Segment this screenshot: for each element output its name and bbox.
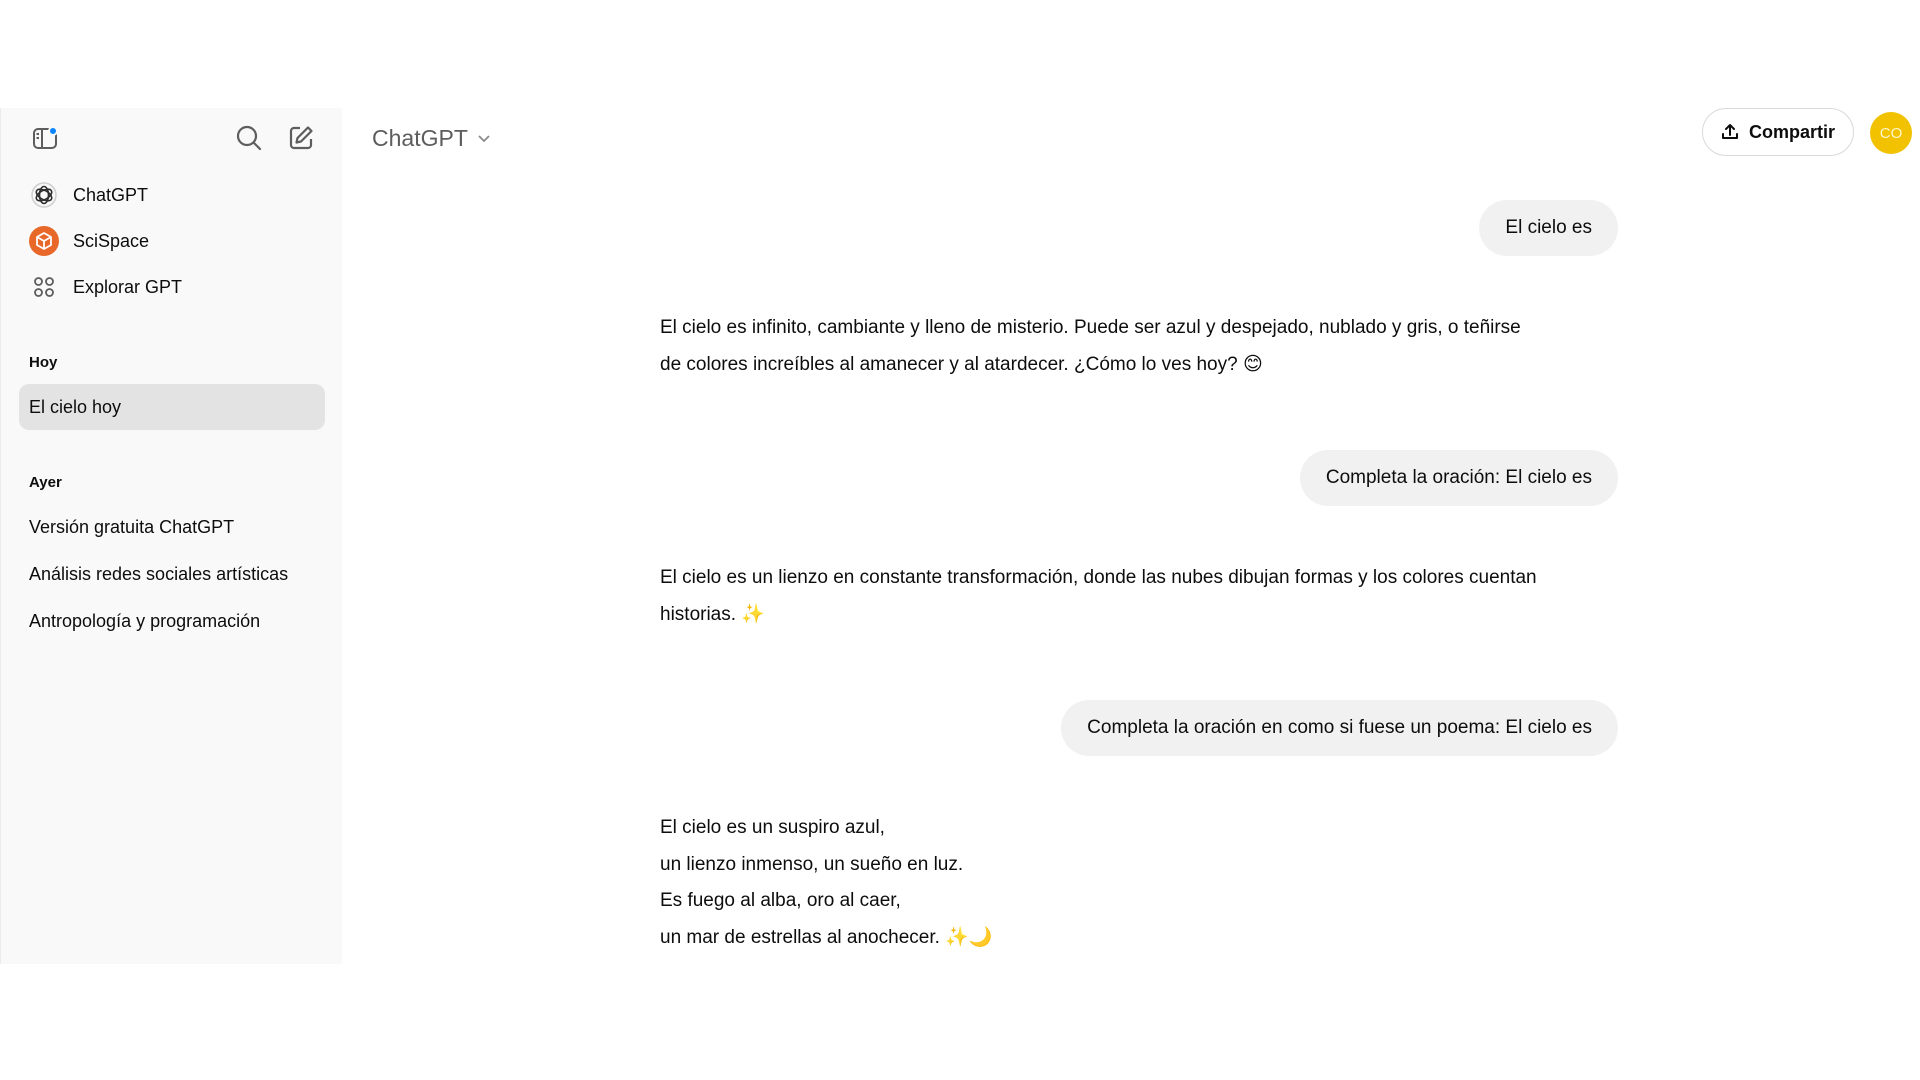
sidebar-link-explore-gpts[interactable]: Explorar GPT: [19, 264, 325, 310]
grid-icon: [29, 272, 59, 302]
message-line: Es fuego al alba, oro al caer,: [660, 890, 901, 911]
chat-app: ChatGPT SciSpace Explorar GPT Hoy El cie…: [0, 108, 1920, 964]
chevron-down-icon: [478, 135, 490, 143]
sidebar-toolbar: [1, 118, 343, 158]
search-icon: [236, 125, 262, 151]
section-heading-yesterday: Ayer: [29, 474, 62, 491]
message-line: un mar de estrellas al anochecer. ✨🌙: [660, 926, 993, 948]
section-heading-today: Hoy: [29, 354, 58, 371]
message-line: un lienzo inmenso, un sueño en luz.: [660, 853, 964, 875]
model-name: ChatGPT: [372, 124, 468, 151]
sidebar: ChatGPT SciSpace Explorar GPT Hoy El cie…: [0, 108, 342, 964]
sidebar-link-chatgpt[interactable]: ChatGPT: [19, 172, 325, 218]
assistant-message: El cielo es un lienzo en constante trans…: [660, 560, 1620, 633]
sidebar-link-label: ChatGPT: [73, 184, 149, 205]
openai-logo-icon: [29, 180, 59, 210]
message-line: El cielo es un suspiro azul,: [660, 817, 885, 838]
model-selector[interactable]: ChatGPT: [372, 118, 492, 158]
share-label: Compartir: [1748, 121, 1835, 142]
user-message: Completa la oración en como si fuese un …: [1061, 700, 1618, 756]
user-message: El cielo es: [1479, 200, 1618, 256]
conversation-item[interactable]: Versión gratuita ChatGPT: [19, 504, 325, 550]
message-line: El cielo es un lienzo en constante trans…: [660, 567, 1537, 588]
assistant-message: El cielo es infinito, cambiante y lleno …: [660, 310, 1620, 383]
assistant-message: El cielo es un suspiro azul, un lienzo i…: [660, 810, 1620, 956]
scispace-logo-icon: [29, 226, 59, 256]
sidebar-link-scispace[interactable]: SciSpace: [19, 218, 325, 264]
sidebar-link-label: Explorar GPT: [73, 276, 183, 297]
message-line: historias. ✨: [660, 603, 765, 625]
edit-icon: [289, 126, 313, 150]
search-chats-button[interactable]: [229, 118, 269, 158]
share-icon: [1721, 124, 1738, 139]
conversation-item[interactable]: Análisis redes sociales artísticas: [19, 551, 325, 597]
avatar[interactable]: CO: [1870, 112, 1912, 154]
conversation-item[interactable]: El cielo hoy: [19, 384, 325, 430]
toggle-sidebar-button[interactable]: [25, 118, 65, 158]
user-message: Completa la oración: El cielo es: [1299, 450, 1618, 506]
message-line: de colores increíbles al amanecer y al a…: [660, 353, 1263, 375]
sidebar-links: ChatGPT SciSpace Explorar GPT: [19, 172, 325, 310]
sidebar-link-label: SciSpace: [73, 230, 150, 251]
new-chat-button[interactable]: [281, 118, 321, 158]
share-button[interactable]: Compartir: [1702, 108, 1854, 156]
notification-dot: [48, 126, 58, 136]
conversation-item[interactable]: Antropología y programación: [19, 598, 325, 644]
message-line: El cielo es infinito, cambiante y lleno …: [660, 317, 1521, 338]
